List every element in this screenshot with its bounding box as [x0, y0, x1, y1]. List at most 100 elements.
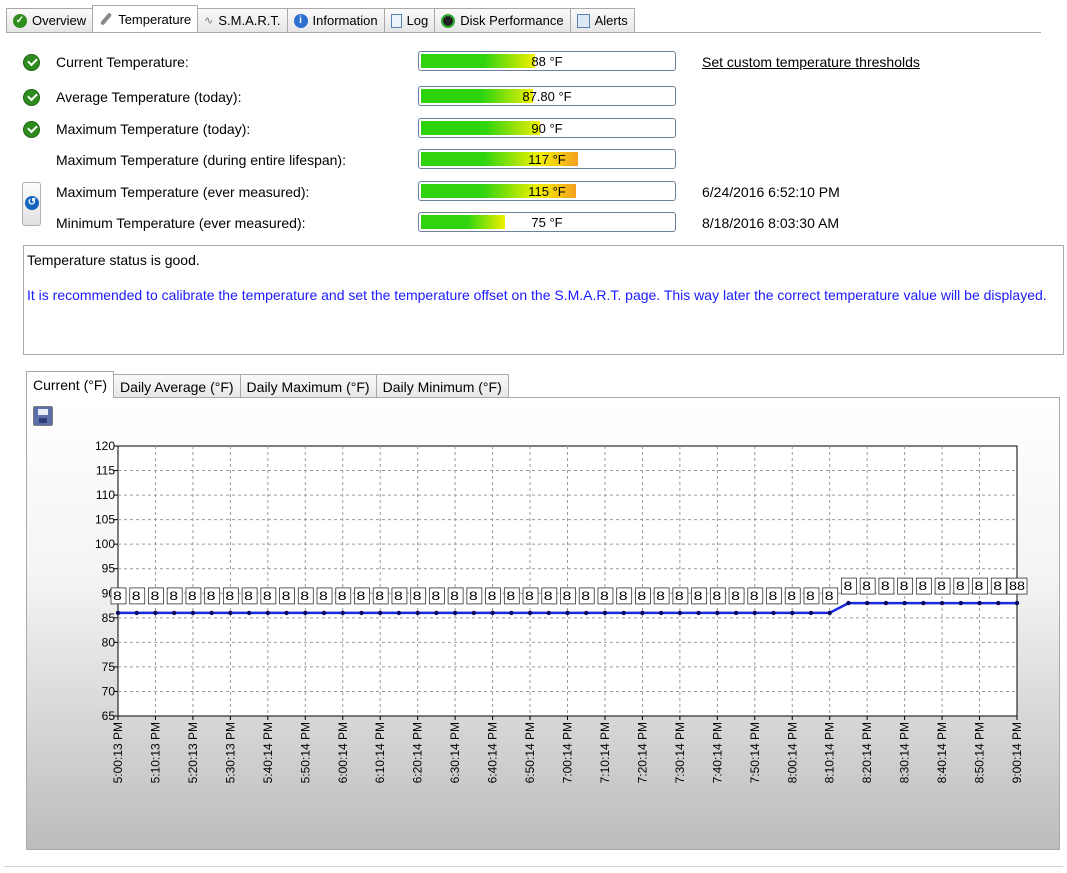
alerts-icon	[576, 13, 590, 28]
data-label: 8	[675, 589, 687, 603]
data-point	[565, 610, 570, 616]
calibration-recommendation: It is recommended to calibrate the tempe…	[27, 287, 1047, 303]
tab-label: Log	[406, 13, 429, 28]
data-point	[452, 610, 458, 616]
x-tick-label: 7:10:14 PM	[598, 722, 612, 783]
x-tick-label: 8:20:14 PM	[860, 722, 874, 783]
data-label: 8	[169, 589, 181, 603]
temperature-label: Average Temperature (today):	[56, 89, 242, 105]
tab-daily-maximum[interactable]: Daily Maximum (°F)	[239, 374, 377, 398]
x-tick-label: 8:40:14 PM	[935, 722, 949, 783]
x-tick-label: 5:00:13 PM	[111, 722, 125, 783]
y-tick-label: 70	[102, 684, 116, 698]
tab-smart[interactable]: ∿ S.M.A.R.T.	[197, 8, 288, 32]
status-ok-icon	[23, 54, 40, 71]
data-label: 8	[188, 589, 200, 603]
data-point	[584, 610, 589, 616]
data-label: 8	[113, 589, 125, 603]
data-label: 8	[263, 589, 275, 603]
status-ok-icon	[23, 89, 40, 106]
data-point	[996, 600, 1001, 606]
data-label: 8	[862, 579, 874, 593]
tab-temperature[interactable]: Temperature	[92, 5, 199, 32]
data-point	[303, 610, 308, 616]
data-label: 8	[975, 579, 987, 593]
data-label: 8	[413, 589, 425, 603]
data-point	[153, 610, 158, 616]
data-label: 8	[712, 589, 724, 603]
data-label: 8	[356, 589, 368, 603]
temperature-chart: 657075808590951001051101151205:00:13 PM 5…	[95, 439, 1028, 783]
data-label: 8	[918, 579, 930, 593]
y-tick-label: 85	[102, 611, 116, 625]
data-point	[378, 610, 383, 616]
temperature-bar: 115 °F	[418, 181, 676, 201]
temperature-bar: 87.80 °F	[418, 86, 676, 106]
temperature-value: 115 °F	[528, 184, 566, 199]
data-label: 8	[637, 589, 649, 603]
tab-log[interactable]: Log	[383, 8, 436, 32]
tab-overview[interactable]: ✓ Overview	[6, 8, 94, 32]
data-label: 8	[581, 589, 593, 603]
data-label: 8	[769, 589, 781, 603]
data-point	[733, 610, 739, 616]
data-label: 8	[563, 589, 575, 603]
data-label: 8	[525, 589, 537, 603]
data-label: 8	[469, 589, 481, 603]
x-tick-label: 6:10:14 PM	[373, 722, 387, 783]
smart-icon: ∿	[204, 15, 214, 27]
temperature-bar: 88 °F	[418, 51, 676, 71]
temperature-status-panel: Temperature status is good. It is recomm…	[23, 245, 1064, 355]
temperature-value: 117 °F	[528, 152, 566, 167]
tab-daily-average[interactable]: Daily Average (°F)	[113, 374, 241, 398]
data-point	[490, 610, 495, 616]
thermometer-icon	[100, 12, 113, 26]
chart-tab-strip: Current (°F) Daily Average (°F) Daily Ma…	[26, 371, 509, 398]
data-point	[246, 610, 252, 616]
temperature-value: 88 °F	[531, 54, 563, 69]
tab-daily-minimum[interactable]: Daily Minimum (°F)	[375, 374, 509, 398]
data-label: 8	[900, 579, 912, 593]
status-message: Temperature status is good.	[27, 252, 200, 268]
x-tick-label: 6:40:14 PM	[486, 722, 500, 783]
temperature-value: 90 °F	[531, 121, 563, 136]
y-tick-label: 95	[102, 562, 116, 576]
data-point	[359, 610, 364, 616]
x-tick-label: 6:50:14 PM	[523, 722, 537, 783]
data-label: 8	[787, 589, 799, 603]
reset-values-button[interactable]: ↺	[22, 182, 41, 226]
data-point	[340, 610, 345, 616]
data-point	[602, 610, 608, 616]
tab-alerts[interactable]: Alerts	[569, 8, 635, 32]
data-point	[265, 610, 271, 616]
y-tick-label: 75	[102, 660, 116, 674]
temperature-row: Average Temperature (today): 87.80 °F	[0, 85, 1067, 107]
temperature-label: Minimum Temperature (ever measured):	[56, 215, 306, 231]
data-label: 8	[207, 589, 219, 603]
tab-information[interactable]: i Information	[286, 8, 385, 32]
data-label: 8	[488, 589, 500, 603]
data-label: 8	[450, 589, 462, 603]
data-label: 8	[956, 579, 968, 593]
data-point	[527, 610, 533, 616]
data-point	[921, 600, 926, 606]
x-tick-label: 5:10:13 PM	[148, 722, 162, 783]
data-label: 8	[937, 579, 949, 593]
tab-disk-performance[interactable]: Disk Performance	[434, 8, 571, 32]
tab-label: Disk Performance	[460, 13, 564, 28]
temperature-row: Maximum Temperature (ever measured): 115 …	[0, 180, 1067, 202]
x-tick-label: 7:00:14 PM	[561, 722, 575, 783]
set-thresholds-link[interactable]: Set custom temperature thresholds	[702, 54, 920, 70]
data-point	[752, 610, 757, 616]
data-label: 8	[750, 589, 762, 603]
data-label: 8	[300, 589, 312, 603]
data-point	[434, 610, 439, 616]
data-point	[1014, 600, 1020, 606]
tab-current[interactable]: Current (°F)	[26, 371, 115, 398]
data-label: 8	[843, 579, 855, 593]
tab-label: Temperature	[118, 11, 192, 27]
x-tick-label: 5:30:13 PM	[223, 722, 237, 783]
data-point	[658, 610, 664, 616]
timestamp: 8/18/2016 8:03:30 AM	[702, 215, 839, 231]
data-point	[864, 600, 870, 606]
